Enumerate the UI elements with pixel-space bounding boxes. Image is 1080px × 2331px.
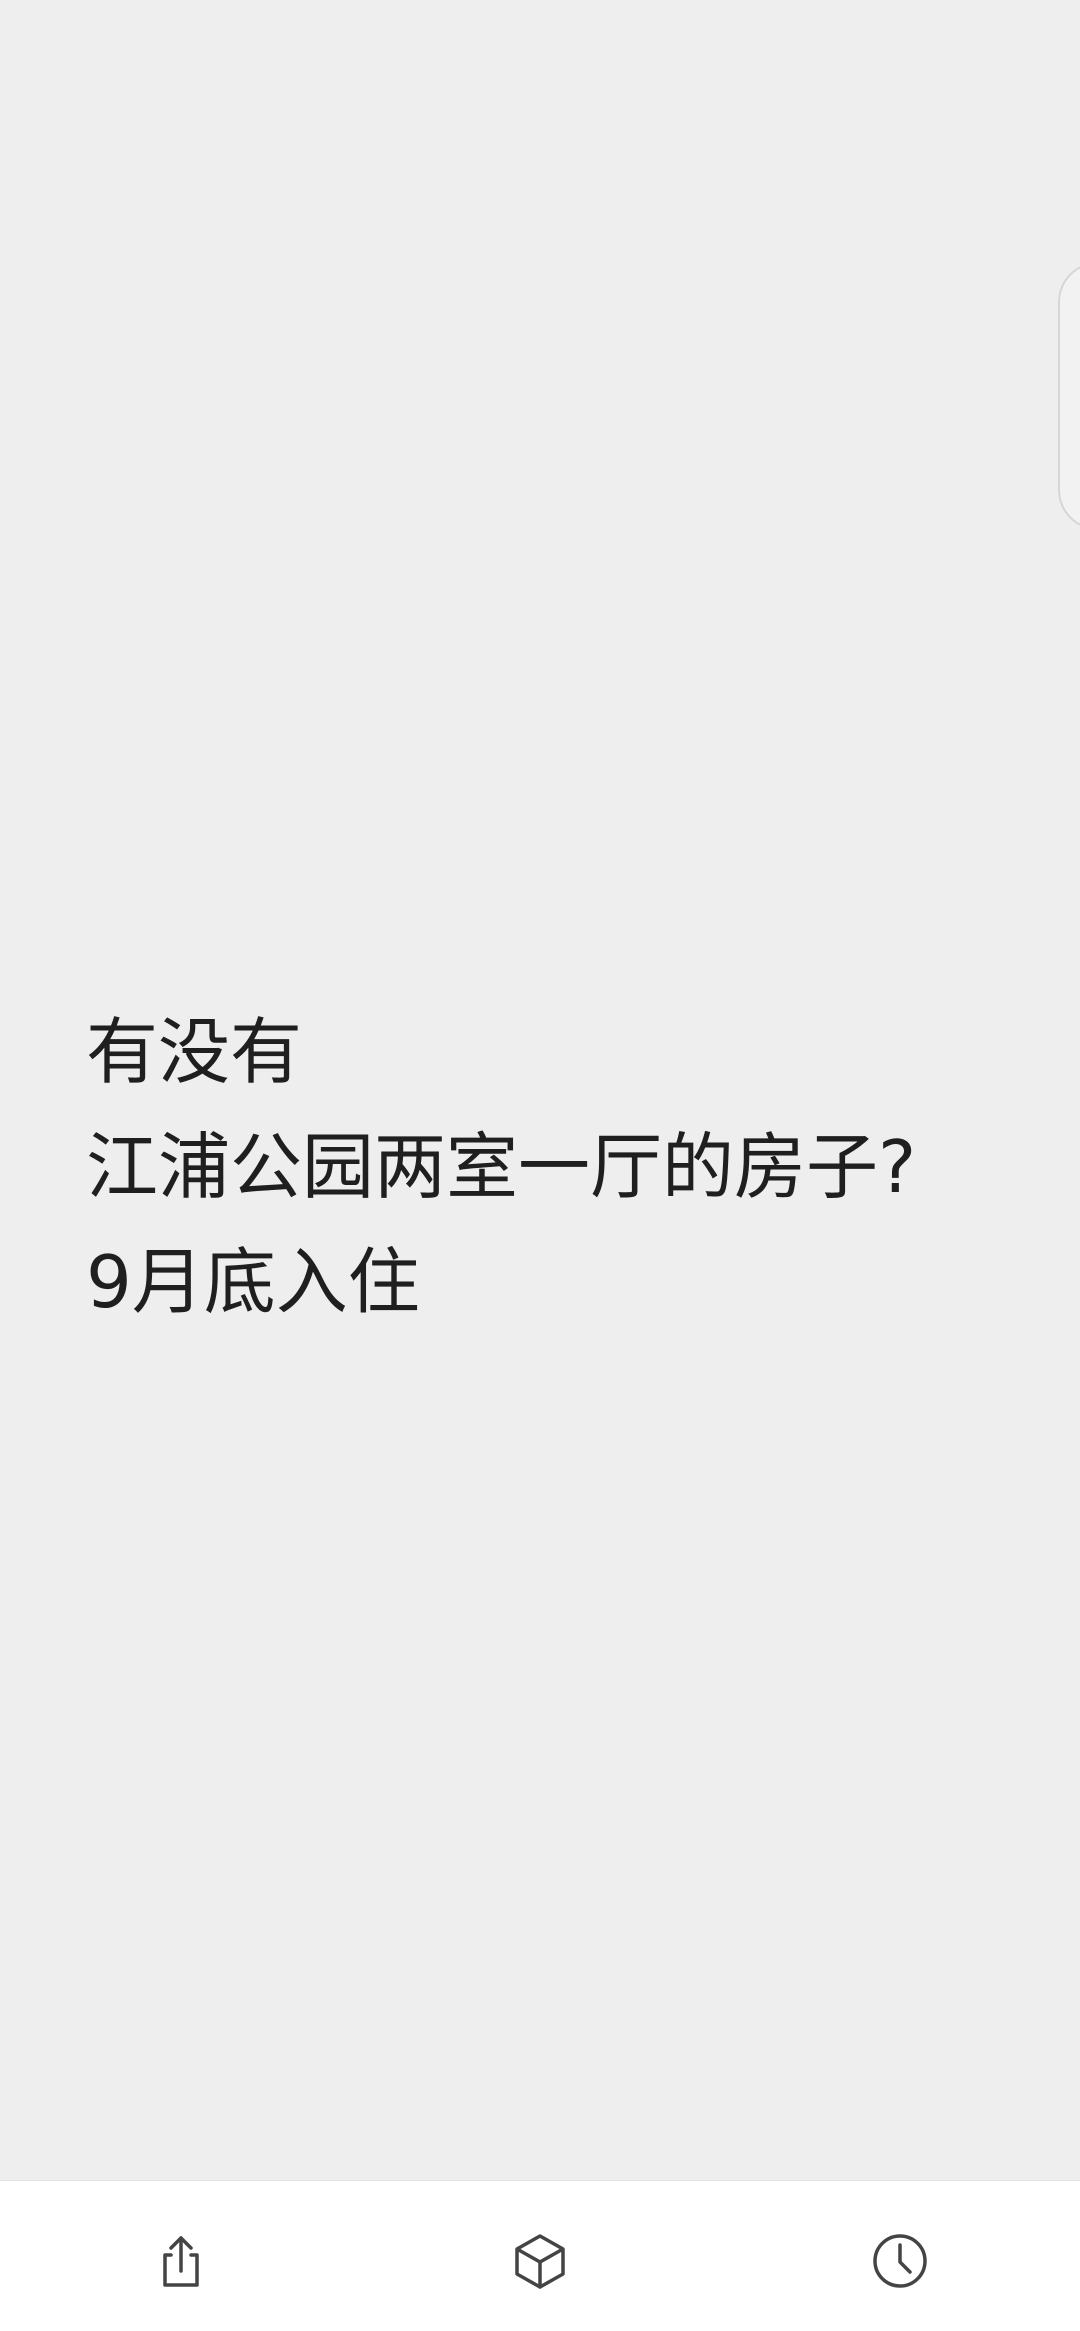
note-line-3: 9月底入住	[86, 1240, 420, 1324]
cube-button[interactable]	[508, 2229, 572, 2293]
share-icon	[163, 2236, 199, 2287]
bottom-toolbar	[0, 2180, 1080, 2331]
note-content[interactable]: 有没有 江浦公园两室一厅的房子? 9月底入住	[86, 995, 916, 1340]
note-line-2: 江浦公园两室一厅的房子?	[86, 1125, 917, 1209]
side-panel-handle[interactable]	[1058, 262, 1080, 530]
note-line-1: 有没有	[86, 1010, 303, 1094]
share-button[interactable]	[148, 2229, 212, 2293]
history-button[interactable]	[868, 2229, 932, 2293]
clock-icon	[873, 2234, 927, 2288]
cube-icon	[515, 2234, 565, 2289]
note-canvas[interactable]: 有没有 江浦公园两室一厅的房子? 9月底入住	[0, 0, 1080, 2180]
